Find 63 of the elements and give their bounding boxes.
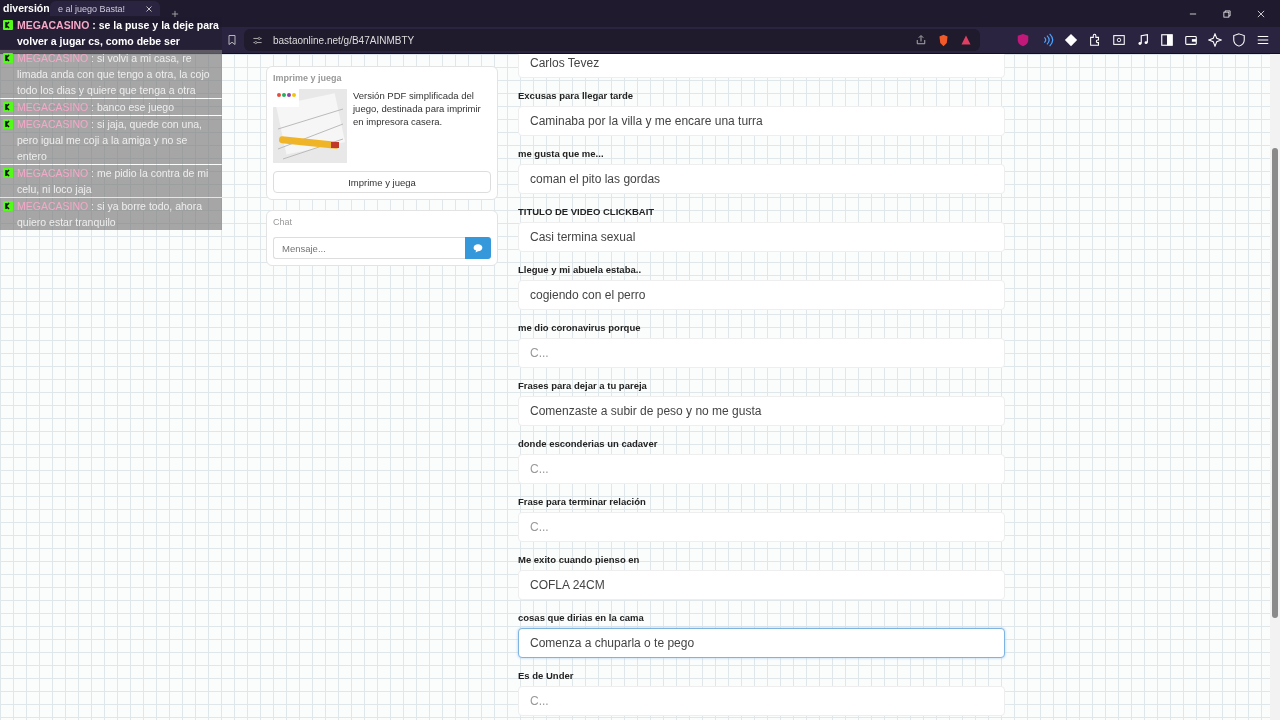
new-tab-icon[interactable] bbox=[170, 8, 180, 19]
description: Versión PDF simplificada del juego, destinada para imprimir en impresora casera. bbox=[353, 89, 482, 129]
field-label: me gusta que me... bbox=[518, 148, 605, 159]
card-title: Imprime y juega bbox=[273, 73, 343, 83]
k-badge-icon bbox=[3, 201, 13, 211]
answer-field[interactable]: C... bbox=[518, 686, 1005, 716]
puzzle-icon[interactable] bbox=[1088, 33, 1102, 47]
sidebar-icon[interactable] bbox=[1160, 33, 1174, 47]
answer-field[interactable]: C... bbox=[518, 454, 1005, 484]
print-button[interactable]: Imprime y juega bbox=[273, 171, 491, 193]
menu-icon[interactable] bbox=[1256, 33, 1270, 47]
chat-message: MEGACASINO : si volvi a mi casa, re limada anda con que tengo a otra, la cojo todo los dias y quiere que tenga a otra bbox=[17, 51, 211, 98]
answer-field[interactable]: Comenza a chuparla o te pego bbox=[518, 628, 1005, 658]
field-label: me dio coronavirus porque bbox=[518, 322, 642, 333]
field-label: Excusas para llegar tarde bbox=[518, 90, 635, 101]
answer-field[interactable]: C... bbox=[518, 338, 1005, 368]
field-label: Llegue y mi abuela estaba.. bbox=[518, 264, 643, 275]
chat-message: MEGACASINO : me pidio la contra de mi celu, ni loco jaja bbox=[17, 166, 210, 197]
browser-tab[interactable]: e al juego Basta! bbox=[50, 1, 160, 16]
answer-field[interactable]: Casi termina sexual bbox=[518, 222, 1005, 252]
answer-field[interactable]: C... bbox=[518, 512, 1005, 542]
send-button[interactable] bbox=[465, 237, 491, 259]
answer-field[interactable]: coman el pito las gordas bbox=[518, 164, 1005, 194]
triangle-icon[interactable] bbox=[960, 34, 972, 46]
answer-field[interactable]: Comenzaste a subir de peso y no me gusta bbox=[518, 396, 1005, 426]
chat-message: MEGACASINO : si ya borre todo, ahora quiero estar tranquilo bbox=[17, 199, 203, 230]
answer-field[interactable]: COFLA 24CM bbox=[518, 570, 1005, 600]
site-settings-icon[interactable] bbox=[252, 34, 263, 46]
chat-message: MEGACASINO : si jaja, quede con una, pero igual me coji a la amiga y no se entero bbox=[17, 117, 204, 164]
k-badge-icon bbox=[3, 119, 13, 129]
field-label: cosas que dirias en la cama bbox=[518, 612, 645, 623]
field-label: Frase para terminar relación bbox=[518, 496, 647, 507]
chat-message: MEGACASINO : se la puse y la deje para volver a jugar cs, como debe ser bbox=[17, 18, 219, 49]
field-label: Frases para dejar a tu pareja bbox=[518, 380, 648, 391]
card-title: Chat bbox=[273, 217, 293, 227]
chat-icon bbox=[473, 243, 483, 253]
field-label: Es de Under bbox=[518, 670, 575, 681]
k-badge-icon bbox=[3, 168, 13, 178]
restore-icon[interactable] bbox=[1222, 8, 1232, 19]
message-field[interactable]: Mensaje... bbox=[273, 237, 465, 259]
wallet-icon[interactable] bbox=[1184, 33, 1198, 47]
field-label: donde esconderias un cadaver bbox=[518, 438, 659, 449]
chat-message: diversión bbox=[3, 1, 50, 16]
share-icon[interactable] bbox=[915, 34, 927, 46]
lion-shield-icon[interactable] bbox=[937, 33, 950, 47]
answer-field[interactable]: cogiendo con el perro bbox=[518, 280, 1005, 310]
vpn-shield-icon[interactable] bbox=[1232, 33, 1246, 47]
chat-message: MEGACASINO : banco ese juego bbox=[17, 100, 175, 115]
close-icon[interactable] bbox=[144, 3, 154, 14]
music-icon[interactable] bbox=[1136, 33, 1150, 47]
k-badge-icon bbox=[3, 102, 13, 112]
screen-icon[interactable] bbox=[1112, 33, 1126, 47]
answer-field[interactable]: Caminaba por la villa y me encare una turra bbox=[518, 106, 1005, 136]
sparkle-icon[interactable] bbox=[1208, 33, 1222, 47]
scrollbar-thumb[interactable] bbox=[1272, 148, 1278, 618]
shield-icon[interactable] bbox=[1016, 33, 1030, 47]
field-label: Me exito cuando pienso en bbox=[518, 554, 641, 565]
answer-field[interactable]: Carlos Tevez bbox=[518, 54, 1005, 78]
bookmark-icon[interactable] bbox=[226, 34, 238, 46]
field-label: TITULO DE VIDEO CLICKBAIT bbox=[518, 206, 656, 217]
address-bar[interactable]: bastaonline.net/g/B47AINMBTY bbox=[244, 29, 980, 51]
close-icon[interactable] bbox=[1256, 8, 1266, 19]
diamond-icon[interactable] bbox=[1064, 33, 1078, 47]
